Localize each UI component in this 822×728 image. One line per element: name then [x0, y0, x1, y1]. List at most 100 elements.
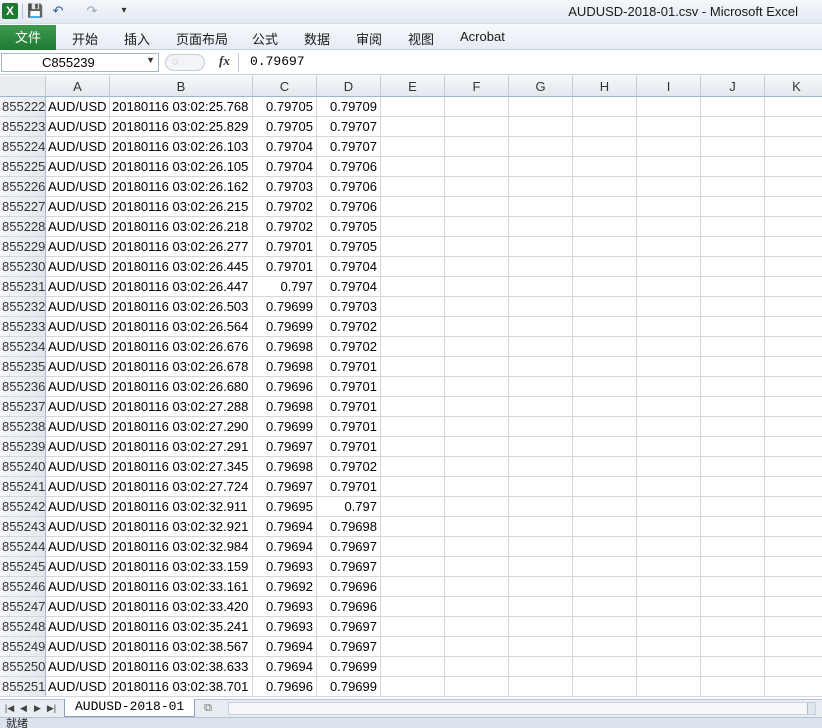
cell-c[interactable]: 0.79694	[253, 517, 317, 537]
cell-c[interactable]: 0.79704	[253, 157, 317, 177]
cell-e[interactable]	[381, 257, 445, 277]
cell-i[interactable]	[637, 497, 701, 517]
cell-d[interactable]: 0.79697	[317, 557, 381, 577]
cell-k[interactable]	[765, 517, 822, 537]
cell-f[interactable]	[445, 157, 509, 177]
cell-e[interactable]	[381, 577, 445, 597]
cell-f[interactable]	[445, 297, 509, 317]
cell-a[interactable]: AUD/USD	[46, 537, 110, 557]
cell-i[interactable]	[637, 297, 701, 317]
cell-f[interactable]	[445, 637, 509, 657]
cell-j[interactable]	[701, 337, 765, 357]
cell-h[interactable]	[573, 257, 637, 277]
cell-c[interactable]: 0.79705	[253, 97, 317, 117]
cell-g[interactable]	[509, 197, 573, 217]
cell-c[interactable]: 0.79697	[253, 477, 317, 497]
cell-k[interactable]	[765, 157, 822, 177]
cell-h[interactable]	[573, 497, 637, 517]
row-header[interactable]: 855246	[0, 577, 46, 597]
cell-k[interactable]	[765, 537, 822, 557]
cell-j[interactable]	[701, 437, 765, 457]
cell-f[interactable]	[445, 237, 509, 257]
cell-d[interactable]: 0.79696	[317, 597, 381, 617]
cell-g[interactable]	[509, 177, 573, 197]
cell-d[interactable]: 0.79705	[317, 217, 381, 237]
cell-b[interactable]: 20180116 03:02:32.921	[110, 517, 253, 537]
cell-k[interactable]	[765, 557, 822, 577]
cell-k[interactable]	[765, 337, 822, 357]
cell-a[interactable]: AUD/USD	[46, 477, 110, 497]
cell-c[interactable]: 0.79699	[253, 417, 317, 437]
cell-g[interactable]	[509, 377, 573, 397]
cell-k[interactable]	[765, 597, 822, 617]
cell-i[interactable]	[637, 557, 701, 577]
formula-input[interactable]: 0.79697	[250, 54, 305, 69]
cell-g[interactable]	[509, 657, 573, 677]
cell-i[interactable]	[637, 337, 701, 357]
tab-view[interactable]: 视图	[408, 29, 434, 48]
cell-f[interactable]	[445, 537, 509, 557]
cell-g[interactable]	[509, 237, 573, 257]
row-header[interactable]: 855243	[0, 517, 46, 537]
cell-c[interactable]: 0.79693	[253, 617, 317, 637]
cell-e[interactable]	[381, 357, 445, 377]
cell-j[interactable]	[701, 137, 765, 157]
cell-j[interactable]	[701, 237, 765, 257]
cell-b[interactable]: 20180116 03:02:26.162	[110, 177, 253, 197]
cell-j[interactable]	[701, 457, 765, 477]
cell-a[interactable]: AUD/USD	[46, 297, 110, 317]
cell-i[interactable]	[637, 417, 701, 437]
cell-c[interactable]: 0.79699	[253, 317, 317, 337]
undo-icon[interactable]: ↶	[50, 3, 66, 19]
first-sheet-icon[interactable]: |◀	[3, 701, 16, 716]
cell-e[interactable]	[381, 337, 445, 357]
cell-i[interactable]	[637, 537, 701, 557]
cell-g[interactable]	[509, 417, 573, 437]
cell-a[interactable]: AUD/USD	[46, 577, 110, 597]
cell-g[interactable]	[509, 597, 573, 617]
column-header-k[interactable]: K	[765, 76, 822, 97]
cell-e[interactable]	[381, 617, 445, 637]
cell-g[interactable]	[509, 217, 573, 237]
cell-g[interactable]	[509, 517, 573, 537]
cell-h[interactable]	[573, 517, 637, 537]
row-header[interactable]: 855240	[0, 457, 46, 477]
cell-b[interactable]: 20180116 03:02:26.447	[110, 277, 253, 297]
cell-k[interactable]	[765, 437, 822, 457]
cell-f[interactable]	[445, 317, 509, 337]
cell-e[interactable]	[381, 297, 445, 317]
cell-k[interactable]	[765, 657, 822, 677]
cell-d[interactable]: 0.79697	[317, 617, 381, 637]
name-box[interactable]: C855239 ▼	[1, 53, 159, 72]
cell-a[interactable]: AUD/USD	[46, 417, 110, 437]
tab-formulas[interactable]: 公式	[252, 29, 278, 48]
horizontal-scrollbar[interactable]	[228, 702, 816, 715]
cell-k[interactable]	[765, 297, 822, 317]
cell-f[interactable]	[445, 617, 509, 637]
cell-b[interactable]: 20180116 03:02:26.103	[110, 137, 253, 157]
cell-e[interactable]	[381, 497, 445, 517]
cell-a[interactable]: AUD/USD	[46, 157, 110, 177]
cell-j[interactable]	[701, 597, 765, 617]
tab-review[interactable]: 审阅	[356, 29, 382, 48]
cell-d[interactable]: 0.79706	[317, 177, 381, 197]
cell-f[interactable]	[445, 357, 509, 377]
cell-j[interactable]	[701, 537, 765, 557]
cell-b[interactable]: 20180116 03:02:27.288	[110, 397, 253, 417]
row-header[interactable]: 855228	[0, 217, 46, 237]
cell-e[interactable]	[381, 377, 445, 397]
cell-d[interactable]: 0.79709	[317, 97, 381, 117]
cell-h[interactable]	[573, 117, 637, 137]
row-header[interactable]: 855231	[0, 277, 46, 297]
cell-b[interactable]: 20180116 03:02:26.105	[110, 157, 253, 177]
cell-c[interactable]: 0.79696	[253, 677, 317, 697]
cell-i[interactable]	[637, 637, 701, 657]
column-header-h[interactable]: H	[573, 76, 637, 97]
cell-b[interactable]: 20180116 03:02:35.241	[110, 617, 253, 637]
cell-g[interactable]	[509, 257, 573, 277]
cell-d[interactable]: 0.79697	[317, 637, 381, 657]
cell-k[interactable]	[765, 497, 822, 517]
cell-f[interactable]	[445, 257, 509, 277]
column-header-j[interactable]: J	[701, 76, 765, 97]
cell-k[interactable]	[765, 617, 822, 637]
